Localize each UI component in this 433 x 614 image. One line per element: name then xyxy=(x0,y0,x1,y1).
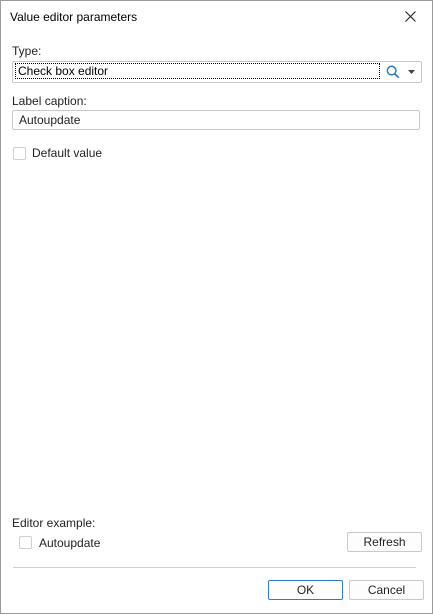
default-value-checkbox[interactable] xyxy=(13,147,26,160)
refresh-button[interactable]: Refresh xyxy=(347,532,422,552)
cancel-button[interactable]: Cancel xyxy=(349,580,424,600)
label-caption-label: Label caption: xyxy=(12,94,87,108)
example-autoupdate-label[interactable]: Autoupdate xyxy=(39,536,100,550)
editor-example-label: Editor example: xyxy=(12,516,96,530)
label-caption-input[interactable]: Autoupdate xyxy=(12,110,420,130)
value-editor-parameters-dialog: Value editor parameters Type: Check box … xyxy=(0,0,433,614)
close-button[interactable] xyxy=(390,1,432,33)
type-dropdown-button[interactable] xyxy=(404,63,420,81)
type-label: Type: xyxy=(12,44,42,58)
chevron-down-icon xyxy=(408,70,415,74)
type-value[interactable]: Check box editor xyxy=(15,63,380,79)
example-autoupdate-checkbox[interactable] xyxy=(19,536,32,549)
close-icon xyxy=(405,11,416,22)
dialog-title: Value editor parameters xyxy=(10,10,138,24)
footer-divider xyxy=(13,567,416,568)
type-combobox[interactable]: Check box editor xyxy=(12,61,422,83)
ok-button[interactable]: OK xyxy=(268,580,343,600)
type-search-button[interactable] xyxy=(384,63,402,81)
default-value-label[interactable]: Default value xyxy=(32,146,102,160)
search-icon xyxy=(386,65,400,79)
title-bar: Value editor parameters xyxy=(1,1,432,33)
